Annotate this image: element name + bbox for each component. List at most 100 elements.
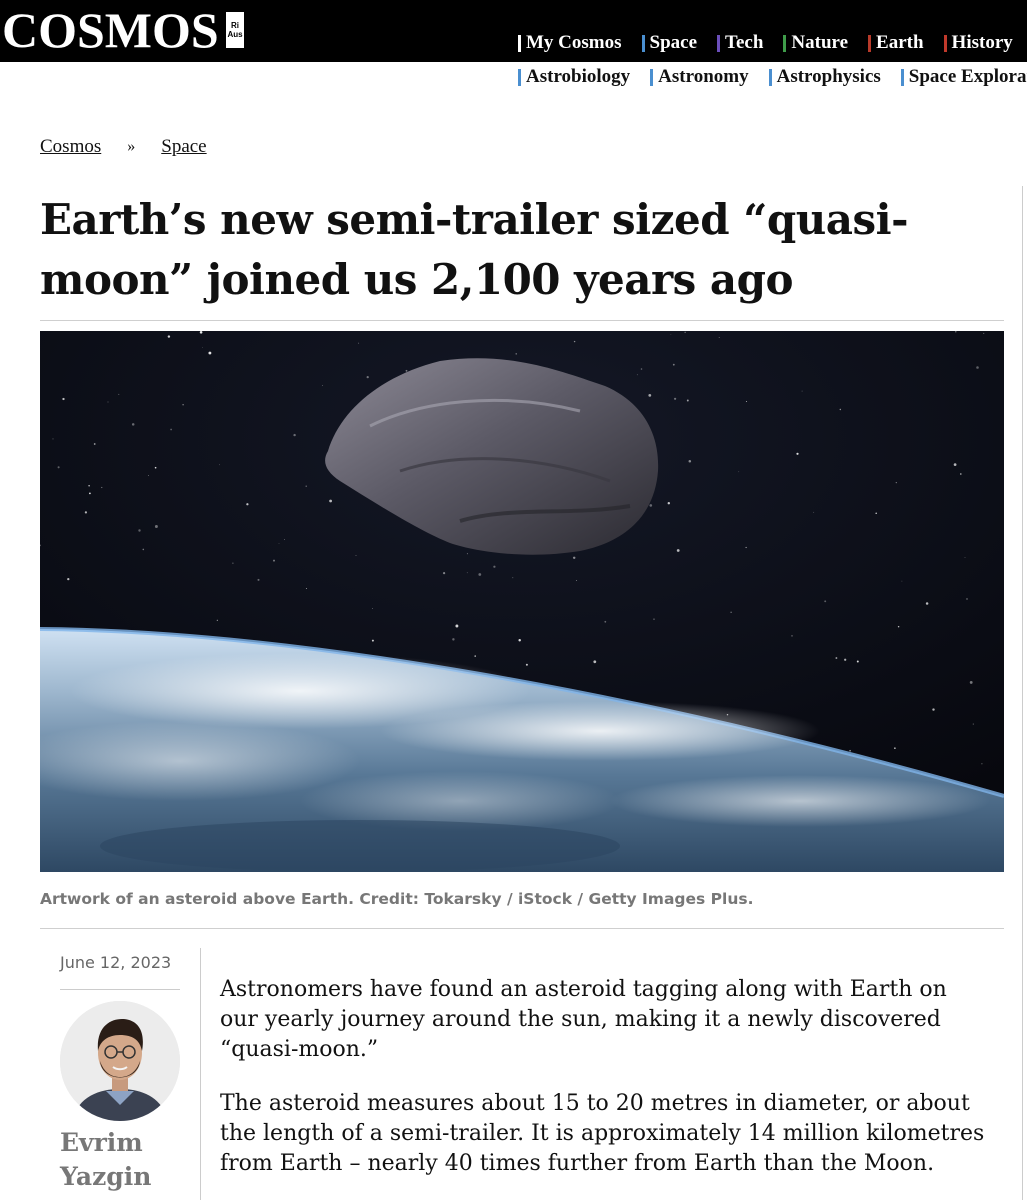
nav-item-label: Earth <box>876 32 924 53</box>
site-header: COSMOS Ri Aus My Cosmos Space Tech Natur… <box>0 0 1027 62</box>
star <box>142 548 145 551</box>
star <box>101 486 103 489</box>
nav-item-space[interactable]: Space <box>641 32 697 54</box>
star <box>649 504 653 507</box>
star <box>684 331 686 333</box>
star <box>208 351 212 355</box>
star <box>138 529 141 532</box>
nav-item-tech[interactable]: Tech <box>717 32 763 54</box>
nav-color-marker <box>717 34 721 52</box>
star <box>202 347 204 348</box>
nav-item-label: My Cosmos <box>526 32 622 53</box>
star <box>283 539 285 541</box>
article-paragraph-1: Astronomers have found an asteroid taggi… <box>220 977 947 1062</box>
star <box>67 577 70 581</box>
star <box>525 663 528 666</box>
star <box>964 557 966 558</box>
date-divider <box>60 989 180 990</box>
star <box>131 423 135 426</box>
breadcrumb-home-link[interactable]: Cosmos <box>40 136 101 158</box>
article-title: Earth’s new semi-trailer sized “quasi-mo… <box>40 195 909 304</box>
star <box>474 655 476 657</box>
author-avatar[interactable] <box>60 1001 180 1121</box>
caption-divider <box>40 928 1004 929</box>
star <box>673 397 677 400</box>
nav-item-label: Tech <box>725 32 764 53</box>
star <box>154 525 158 528</box>
nav-item-history[interactable]: History <box>943 32 1013 54</box>
nav-color-marker <box>868 34 872 52</box>
subnav-color-marker <box>518 68 521 86</box>
star <box>89 492 91 495</box>
star <box>466 572 468 574</box>
star <box>796 452 799 455</box>
star <box>219 464 220 466</box>
star <box>512 577 514 579</box>
site-logo[interactable]: COSMOS <box>2 4 219 56</box>
subnav-item-space-exploration[interactable]: Space Exploration <box>900 66 1027 88</box>
star <box>455 624 459 628</box>
star <box>856 660 859 663</box>
subnav-item-label: Astrobiology <box>526 66 631 87</box>
nav-item-nature[interactable]: Nature <box>783 32 848 54</box>
nav-item-label: History <box>951 32 1013 53</box>
breadcrumb-separator: » <box>127 138 136 155</box>
star <box>199 331 203 334</box>
star <box>62 397 65 401</box>
nav-color-marker <box>783 34 787 52</box>
badge-bottom: Aus <box>227 30 243 39</box>
star <box>925 602 929 605</box>
star <box>640 368 643 370</box>
star <box>466 553 468 555</box>
star <box>57 466 60 469</box>
star <box>452 638 455 641</box>
star <box>813 511 815 513</box>
star <box>366 375 369 379</box>
nav-item-my-cosmos[interactable]: My Cosmos <box>518 32 622 54</box>
ri-aus-badge: Ri Aus <box>226 12 244 48</box>
star <box>93 443 96 445</box>
star <box>670 334 672 335</box>
star <box>118 393 120 395</box>
star <box>894 747 896 749</box>
nav-color-marker <box>641 34 645 52</box>
star <box>232 562 234 564</box>
star <box>636 374 638 376</box>
star <box>976 366 979 369</box>
star <box>688 459 692 463</box>
star <box>966 598 968 600</box>
star <box>667 502 670 505</box>
nav-item-earth[interactable]: Earth <box>868 32 924 54</box>
subnav-item-astronomy[interactable]: Astronomy <box>650 66 749 88</box>
star <box>355 555 357 556</box>
star <box>182 404 184 406</box>
star <box>955 331 957 333</box>
breadcrumb-section-link[interactable]: Space <box>161 136 206 158</box>
star <box>170 428 172 431</box>
star <box>573 340 576 343</box>
star <box>329 499 332 503</box>
star <box>167 335 171 338</box>
asteroid-earth-illustration <box>40 331 1004 872</box>
star <box>953 463 957 466</box>
nav-item-label: Nature <box>791 32 849 53</box>
breadcrumb: Cosmos » Space <box>40 136 207 158</box>
star <box>791 635 793 637</box>
star <box>839 408 842 411</box>
subnav-item-astrophysics[interactable]: Astrophysics <box>768 66 881 88</box>
author-name-link[interactable]: Evrim Yazgin <box>60 1126 190 1194</box>
publish-date: June 12, 2023 <box>60 953 172 972</box>
nav-color-marker <box>518 34 521 52</box>
subnav-color-marker <box>650 68 654 86</box>
star <box>216 619 218 621</box>
author-portrait <box>60 1001 180 1121</box>
star <box>844 658 847 661</box>
star <box>897 625 900 628</box>
star <box>257 578 260 581</box>
star <box>518 638 521 642</box>
image-caption: Artwork of an asteroid above Earth. Cred… <box>40 890 754 908</box>
star <box>604 620 607 623</box>
star <box>478 573 482 576</box>
star <box>895 482 897 484</box>
subnav-item-astrobiology[interactable]: Astrobiology <box>518 66 630 88</box>
